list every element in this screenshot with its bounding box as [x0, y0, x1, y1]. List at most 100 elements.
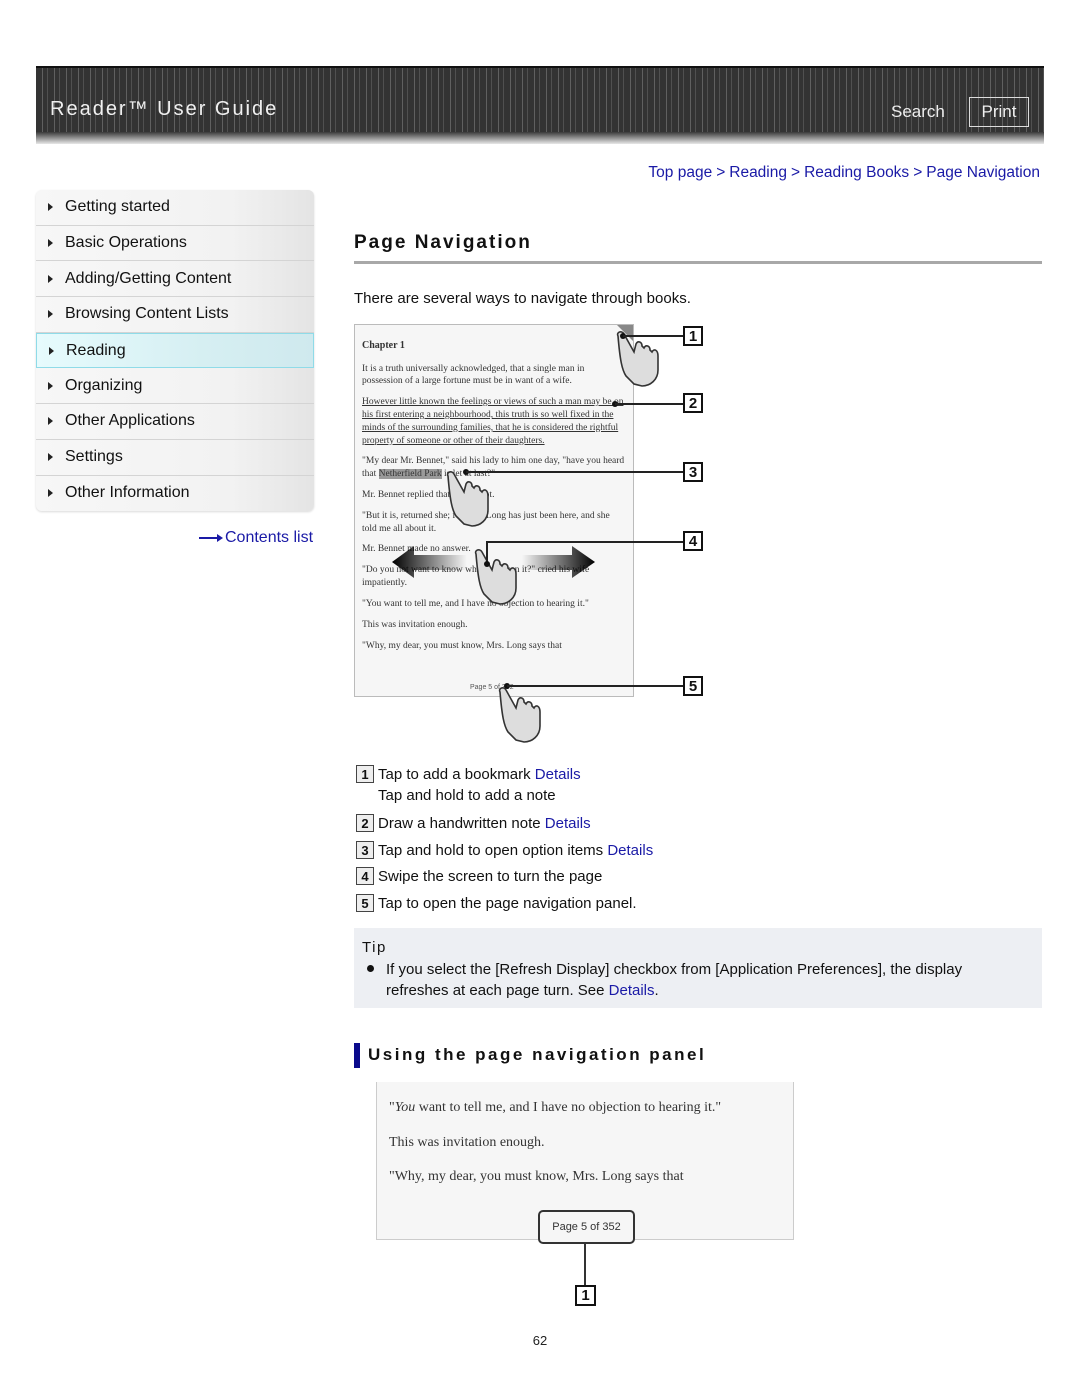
book-paragraph-underlined: However little known the feelings or vie…: [362, 397, 624, 446]
details-link[interactable]: Details: [607, 842, 653, 859]
legend-text: Tap and hold to add a note: [378, 787, 556, 804]
sidebar-item-other-applications[interactable]: Other Applications: [36, 404, 314, 440]
tip-box: Tip If you select the [Refresh Display] …: [354, 928, 1042, 1008]
number-1-badge: 1: [356, 765, 374, 783]
breadcrumb: Top page > Reading > Reading Books > Page Navi…: [648, 164, 1040, 182]
sidebar-item-label: Reading: [66, 341, 126, 359]
italic-word: You: [394, 1100, 416, 1115]
callout-4: 4: [683, 531, 703, 551]
sidebar-item-organizing[interactable]: Organizing: [36, 368, 314, 405]
reader-page-illustration: Chapter 1 It is a truth universally ackn…: [354, 324, 634, 697]
title-divider: [354, 261, 1042, 264]
sidebar-item-label: Getting started: [65, 198, 170, 216]
callout-line: [615, 403, 683, 405]
triangle-right-icon: [48, 310, 53, 319]
breadcrumb-separator: >: [791, 164, 801, 181]
hand-pointer-icon: [474, 549, 517, 605]
tip-body: If you select the [Refresh Display] chec…: [386, 961, 963, 999]
triangle-right-icon: [48, 417, 53, 426]
legend-text: Swipe the screen to turn the page: [378, 867, 603, 885]
chapter-heading: Chapter 1: [362, 340, 405, 351]
legend-item-1-extra: Tap and hold to add a note: [378, 787, 556, 804]
book-paragraph: "Why, my dear, you must know, Mrs. Long …: [362, 640, 562, 651]
legend-text: Tap to open the page navigation panel.: [378, 894, 637, 912]
legend-item-5: 5 Tap to open the page navigation panel.: [356, 894, 637, 912]
page-navigation-panel-illustration: "You want to tell me, and I have no obje…: [376, 1082, 794, 1244]
callout-line: [584, 1244, 586, 1286]
sidebar-item-browsing-content-lists[interactable]: Browsing Content Lists: [36, 297, 314, 333]
callout-line: [486, 541, 683, 543]
breadcrumb-reading-books[interactable]: Reading Books: [804, 164, 909, 181]
intro-text: There are several ways to navigate throu…: [354, 290, 691, 307]
book-paragraph: "My dear Mr. Bennet," said his lady to h…: [362, 456, 625, 480]
callout-5: 5: [683, 676, 703, 696]
sidebar-nav: Getting started Basic Operations Adding/…: [36, 190, 314, 512]
header-banner: Reader™ User Guide Search Print: [36, 66, 1044, 144]
callout-1: 1: [575, 1285, 596, 1306]
callout-1: 1: [683, 326, 703, 346]
tip-end: .: [654, 982, 659, 999]
book-paragraph: "But it is, returned she; for Mrs. Long …: [362, 510, 610, 534]
sidebar-item-label: Other Applications: [65, 412, 195, 430]
sidebar-item-other-information[interactable]: Other Information: [36, 475, 314, 512]
number-2-badge: 2: [356, 814, 374, 832]
print-button[interactable]: Print: [969, 97, 1029, 127]
callout-line: [466, 471, 683, 473]
details-link[interactable]: Details: [535, 766, 581, 783]
tip-text: If you select the [Refresh Display] chec…: [386, 959, 1026, 1001]
sidebar-item-adding-getting-content[interactable]: Adding/Getting Content: [36, 261, 314, 298]
callout-line: [486, 541, 488, 563]
sidebar-item-basic-operations[interactable]: Basic Operations: [36, 225, 314, 262]
triangle-right-icon: [48, 453, 53, 462]
page-number: 62: [532, 1333, 548, 1348]
breadcrumb-separator: >: [913, 164, 923, 181]
hand-pointer-icon: [446, 471, 489, 527]
breadcrumb-top-page[interactable]: Top page: [648, 164, 712, 181]
number-4-badge: 4: [356, 867, 374, 885]
bullet-icon: [367, 965, 374, 972]
triangle-right-icon: [48, 203, 53, 212]
sidebar-item-reading[interactable]: Reading: [36, 332, 314, 369]
breadcrumb-page-navigation[interactable]: Page Navigation: [926, 164, 1040, 181]
legend-item-2: 2 Draw a handwritten note Details: [356, 814, 591, 832]
callout-3: 3: [683, 462, 703, 482]
legend-item-1: 1 Tap to add a bookmark Details: [356, 765, 581, 783]
book-line: "You want to tell me, and I have no obje…: [389, 1100, 722, 1115]
contents-list-label: Contents list: [225, 529, 314, 546]
book-line: "Why, my dear, you must know, Mrs. Long …: [389, 1169, 684, 1184]
book-paragraph: This was invitation enough.: [362, 619, 468, 630]
page-indicator-pill[interactable]: Page 5 of 352: [538, 1210, 635, 1244]
callout-line: [623, 335, 683, 337]
number-3-badge: 3: [356, 841, 374, 859]
sidebar-item-getting-started[interactable]: Getting started: [36, 190, 314, 226]
sidebar-item-label: Basic Operations: [65, 234, 187, 252]
triangle-right-icon: [48, 381, 53, 390]
sidebar-item-label: Other Information: [65, 484, 190, 502]
search-link[interactable]: Search: [891, 102, 945, 122]
sidebar-item-label: Browsing Content Lists: [65, 305, 229, 323]
details-link[interactable]: Details: [609, 982, 655, 999]
sidebar-item-label: Adding/Getting Content: [65, 269, 232, 287]
number-5-badge: 5: [356, 894, 374, 912]
tip-title: Tip: [362, 939, 387, 956]
legend-text: Draw a handwritten note: [378, 814, 541, 832]
callout-line: [507, 685, 683, 687]
details-link[interactable]: Details: [545, 815, 591, 832]
triangle-right-icon: [48, 489, 53, 498]
sidebar-item-label: Settings: [65, 448, 123, 466]
contents-list-link[interactable]: Contents list: [199, 529, 313, 547]
legend-text: Tap and hold to open option items: [378, 841, 604, 859]
sidebar-item-settings[interactable]: Settings: [36, 439, 314, 476]
highlighted-word: Netherfield Park: [378, 469, 442, 480]
hand-pointer-icon: [498, 687, 541, 743]
page-title: Page Navigation: [354, 232, 532, 253]
book-line: This was invitation enough.: [389, 1135, 545, 1150]
arrow-right-icon: [199, 534, 223, 542]
legend-item-4: 4 Swipe the screen to turn the page: [356, 867, 602, 885]
section-marker: [354, 1043, 360, 1068]
book-paragraph: Mr. Bennet replied that he had not.: [362, 490, 495, 500]
triangle-right-icon: [49, 346, 54, 355]
section-title: Using the page navigation panel: [368, 1045, 707, 1064]
guide-title: Reader™ User Guide: [50, 98, 279, 120]
breadcrumb-reading[interactable]: Reading: [729, 164, 787, 181]
